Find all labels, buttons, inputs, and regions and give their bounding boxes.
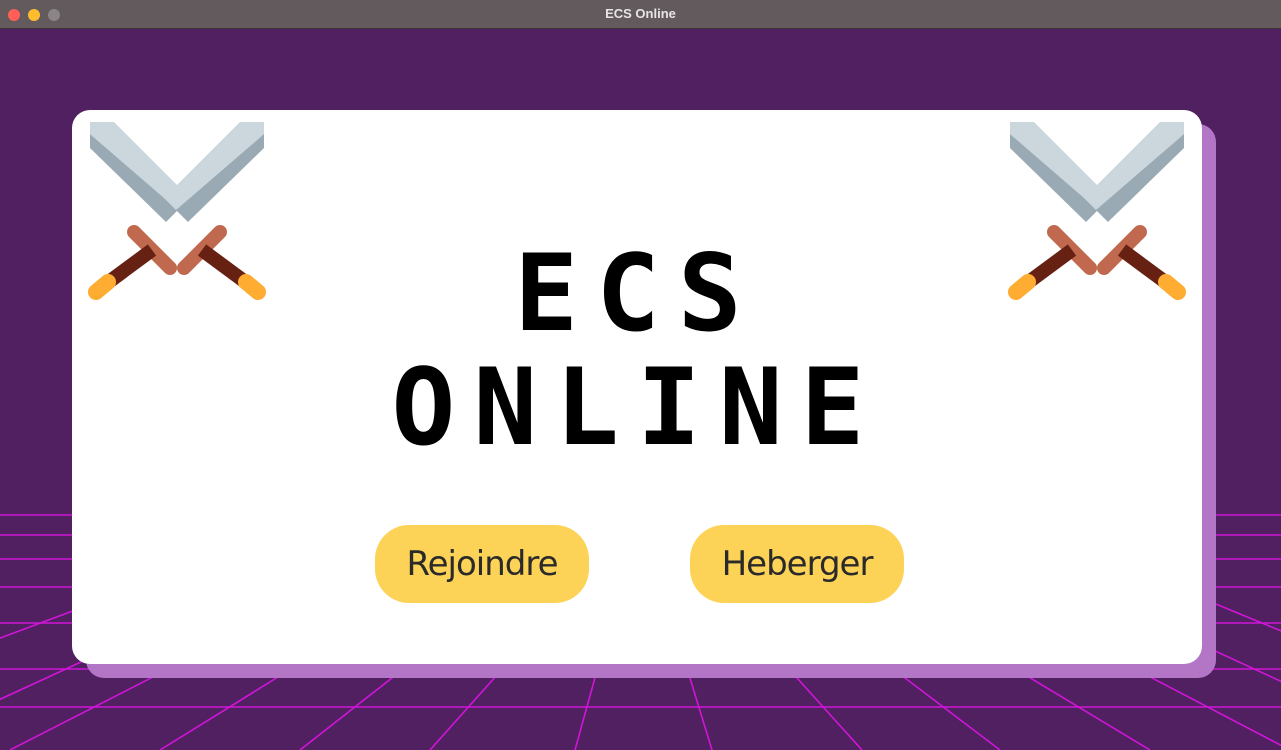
main-content: ECS ONLINE Rejoindre Heberger xyxy=(0,29,1281,750)
app-window: ECS Online ECS ONLINE Rejoindre Heberger xyxy=(0,0,1281,750)
window-title: ECS Online xyxy=(605,6,676,21)
logo-line-1: ECS xyxy=(514,232,759,355)
game-logo: ECS ONLINE xyxy=(392,232,883,469)
host-button[interactable]: Heberger xyxy=(690,525,904,603)
logo-line-2: ONLINE xyxy=(392,346,883,469)
title-bar: ECS Online xyxy=(0,0,1281,29)
join-button[interactable]: Rejoindre xyxy=(375,525,589,603)
title-card: ECS ONLINE Rejoindre Heberger xyxy=(72,110,1202,664)
